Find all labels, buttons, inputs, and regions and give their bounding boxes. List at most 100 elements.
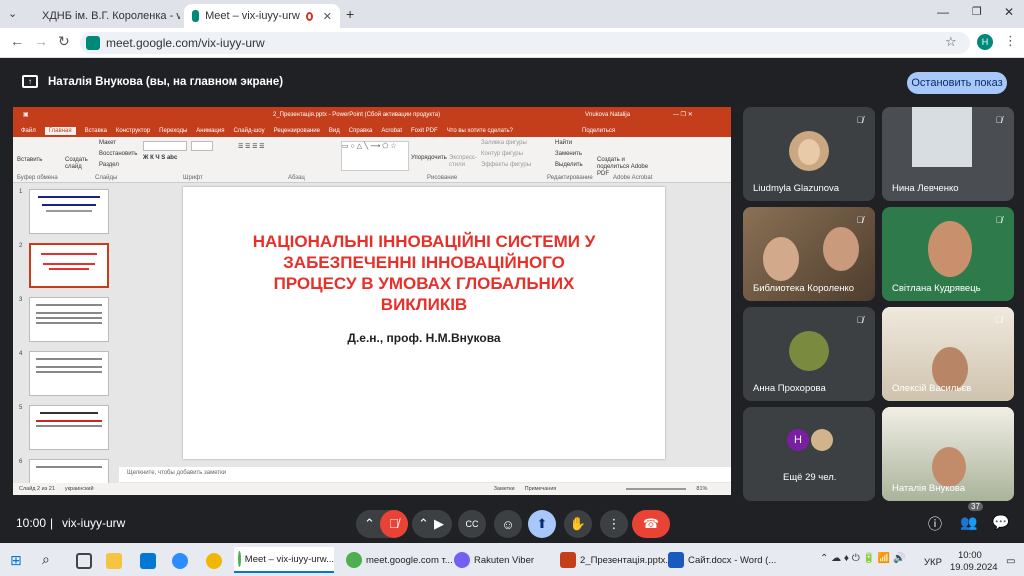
participant-tile[interactable]: 🎙̸ Світлана Кудрявець (882, 207, 1014, 301)
notes-toggle[interactable]: Заметки (494, 486, 515, 492)
restore-icon[interactable]: ❐ (972, 5, 982, 18)
share-button[interactable]: Поделиться (582, 128, 615, 134)
start-icon[interactable]: ⊞ (10, 552, 22, 569)
more-participants-tile[interactable]: Н Ещё 29 чел. (743, 407, 875, 501)
reactions-button[interactable]: ☺ (494, 510, 522, 538)
slide-thumbnail-2[interactable] (29, 243, 109, 288)
input-language[interactable]: УКР (924, 557, 942, 568)
video-options-button[interactable]: ⌃ ▶ (412, 510, 452, 538)
slide-thumbnail-4[interactable] (29, 351, 109, 396)
reload-icon[interactable]: ↻ (58, 33, 70, 50)
layout-button[interactable]: Макет (99, 140, 116, 146)
meet-site-icon[interactable] (86, 36, 100, 50)
tab-meet[interactable]: Meet – vix-iuyy-urw ✕ (184, 4, 340, 28)
group-paragraph: Абзац (288, 175, 305, 181)
minimize-icon[interactable]: — (937, 5, 949, 19)
tab-list-dropdown-icon[interactable]: ⌄ (8, 7, 17, 20)
new-slide-button[interactable]: Создать слайд (65, 157, 93, 171)
group-font: Шрифт (183, 175, 203, 181)
reset-button[interactable]: Восстановить (99, 151, 137, 157)
participant-tile[interactable]: 🎙̸ Анна Прохорова (743, 307, 875, 401)
tab-hdnb[interactable]: ХДНБ ім. В.Г. Короленка - vnnn ✕ (28, 4, 180, 28)
self-tile[interactable]: Наталія Внукова (882, 407, 1014, 501)
participant-tile[interactable]: 🎙̸ Олексій Васильєв (882, 307, 1014, 401)
notes-pane[interactable]: Щелкните, чтобы добавить заметки (119, 467, 731, 482)
chat-icon[interactable]: 💬 (992, 514, 1009, 531)
menu-animation[interactable]: Анимация (196, 128, 224, 134)
shapes-gallery[interactable]: ▭ ○ △ ╲ ⟶ ⬠ ☆ (341, 141, 409, 171)
menu-file[interactable]: Файл (21, 128, 36, 134)
font-size-select[interactable] (191, 141, 213, 151)
more-options-button[interactable]: ⋮ (600, 510, 628, 538)
stop-presenting-button[interactable]: Остановить показ (907, 72, 1007, 94)
slide-thumbnail-5[interactable] (29, 405, 109, 450)
menu-transitions[interactable]: Переходы (159, 128, 187, 134)
present-button[interactable]: ⬆ (528, 510, 556, 538)
bookmark-star-icon[interactable]: ☆ (945, 34, 957, 50)
leave-call-button[interactable]: ☎ (632, 510, 670, 538)
comments-toggle[interactable]: Примечания (525, 486, 557, 492)
taskbar-item-meet[interactable]: Meet – vix-iuyy-urw... (234, 547, 334, 573)
browser-menu-icon[interactable]: ⋮ (1004, 33, 1017, 49)
raise-hand-button[interactable]: ✋ (564, 510, 592, 538)
task-view-icon[interactable] (76, 553, 92, 569)
norton-icon[interactable] (206, 553, 222, 569)
file-explorer-icon[interactable] (106, 553, 122, 569)
taskbar-item-viber[interactable]: Rakuten Viber (450, 547, 534, 573)
find-button[interactable]: Найти (555, 140, 572, 146)
clock-time[interactable]: 10:00 (958, 550, 982, 561)
taskbar-item-meet-2[interactable]: meet.google.com т... (342, 547, 453, 573)
taskbar-item-word[interactable]: Сайт.docx - Word (... (664, 547, 776, 573)
forward-icon[interactable]: → (34, 33, 48, 49)
mic-off-icon: 🎙̸ (856, 315, 864, 325)
section-button[interactable]: Раздел (99, 162, 119, 168)
replace-button[interactable]: Заменить (555, 151, 582, 157)
info-icon[interactable]: ⓘ (928, 514, 942, 534)
shape-outline-button[interactable]: Контур фигуры (481, 151, 523, 157)
participant-tile[interactable]: 🎙̸ Нина Левченко (882, 107, 1014, 201)
current-slide[interactable]: НАЦІОНАЛЬНІ ІННОВАЦІЙНІ СИСТЕМИ У ЗАБЕЗП… (183, 187, 665, 459)
slide-thumbnail-1[interactable] (29, 189, 109, 234)
audio-options-button[interactable]: ⌃ 🎙̸ (356, 510, 408, 538)
save-icon[interactable]: ▣ (23, 111, 29, 118)
paste-button[interactable]: Вставить (17, 157, 42, 163)
profile-avatar[interactable]: Н (977, 34, 993, 50)
search-icon[interactable]: ⌕ (42, 551, 50, 568)
tell-me-search[interactable]: Что вы хотите сделать? (447, 128, 513, 134)
menu-review[interactable]: Рецензирование (274, 128, 320, 134)
taskbar-item-powerpoint[interactable]: 2_Презентація.pptx... (556, 547, 673, 573)
quick-styles-button[interactable]: Экспресс-стили (449, 155, 477, 169)
notification-icon[interactable]: ▭ (1006, 556, 1015, 567)
paragraph-buttons[interactable]: ☰ ☰ ☰ ☰ (238, 143, 265, 150)
tray-icons[interactable]: ⌃ ☁ ♦ ⏻ 🔋 📶 🔊 (820, 553, 905, 564)
new-tab-icon[interactable]: + (346, 6, 354, 22)
shape-effects-button[interactable]: Эффекты фигуры (481, 162, 531, 168)
captions-button[interactable]: CC (458, 510, 486, 538)
close-icon[interactable]: ✕ (323, 10, 332, 23)
menu-help[interactable]: Справка (349, 128, 373, 134)
menu-insert[interactable]: Вставка (85, 128, 107, 134)
menu-acrobat[interactable]: Acrobat (381, 128, 402, 134)
participant-tile[interactable]: 🎙̸ Liudmyla Glazunova (743, 107, 875, 201)
clock-date[interactable]: 19.09.2024 (950, 562, 998, 573)
people-icon[interactable]: 👥 (960, 514, 977, 531)
menu-home[interactable]: Главная (44, 126, 76, 135)
back-icon[interactable]: ← (10, 33, 24, 49)
menu-foxit[interactable]: Foxit PDF (411, 128, 438, 134)
slide-thumbnail-3[interactable] (29, 297, 109, 342)
menu-slideshow[interactable]: Слайд-шоу (233, 128, 264, 134)
shape-fill-button[interactable]: Заливка фигуры (481, 140, 527, 146)
menu-design[interactable]: Конструктор (116, 128, 150, 134)
font-name-select[interactable] (143, 141, 187, 151)
zoom-slider[interactable] (626, 488, 687, 490)
arrange-button[interactable]: Упорядочить (411, 155, 447, 161)
close-window-icon[interactable]: ✕ (1004, 5, 1014, 19)
zoom-icon[interactable] (172, 553, 188, 569)
window-controls[interactable]: — ❐ ✕ (673, 111, 693, 118)
font-format-buttons[interactable]: Ж К Ч S abc (143, 155, 177, 161)
participant-tile[interactable]: 🎙̸ Библиотека Короленко (743, 207, 875, 301)
select-button[interactable]: Выделить (555, 162, 583, 168)
menu-view[interactable]: Вид (329, 128, 340, 134)
url-input[interactable]: meet.google.com/vix-iuyy-urw (80, 32, 970, 54)
mail-icon[interactable] (140, 553, 156, 569)
